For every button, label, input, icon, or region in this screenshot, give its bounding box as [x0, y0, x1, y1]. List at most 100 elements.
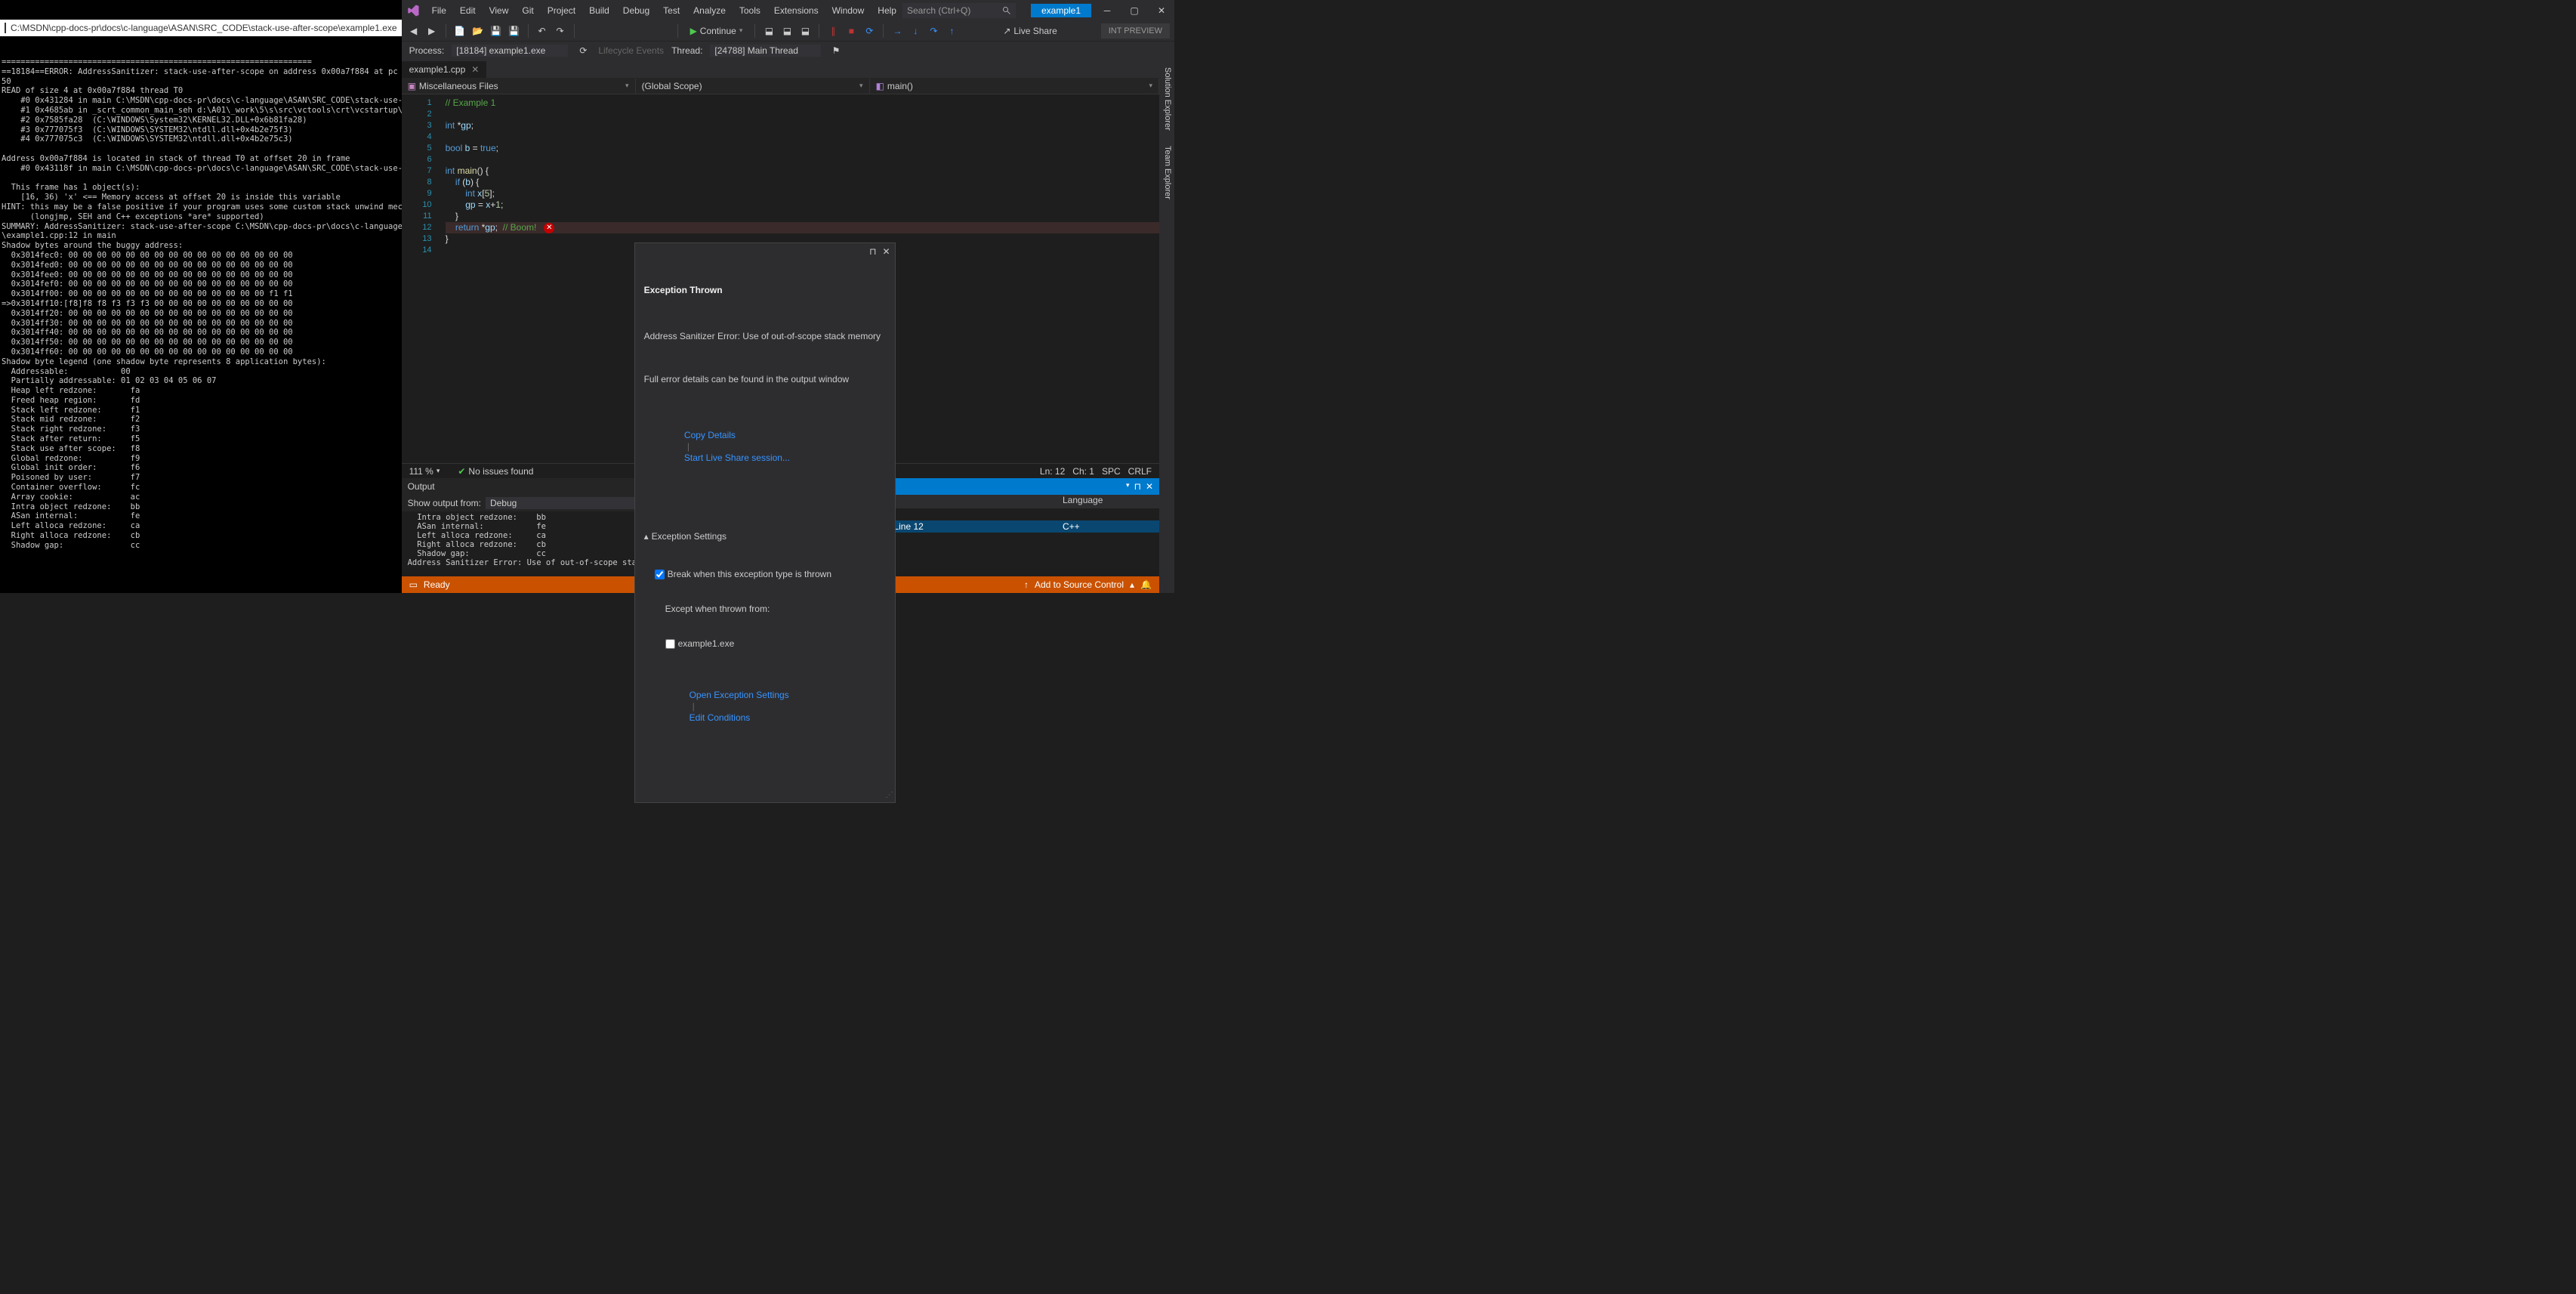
code-content[interactable]: // Example 1 int *gp; bool b = true; int… [440, 94, 1159, 463]
status-up-icon[interactable]: ▴ [1130, 579, 1134, 590]
maximize-button[interactable]: ▢ [1126, 2, 1143, 19]
solution-explorer-tab[interactable]: Solution Explorer [1160, 60, 1174, 138]
live-share-icon: ↗ [1003, 26, 1010, 36]
flag-icon[interactable]: ⚑ [828, 43, 844, 58]
break-all-icon[interactable]: ∥ [825, 23, 841, 39]
notifications-icon[interactable]: 🔔 [1140, 579, 1152, 590]
exception-detail: Full error details can be found in the o… [644, 374, 886, 385]
code-editor[interactable]: 1234567891011121314 // Example 1 int *gp… [402, 94, 1159, 463]
open-exception-settings-link[interactable]: Open Exception Settings [690, 690, 789, 700]
debug-toolbar: Process: [18184] example1.exe ⟳ Lifecycl… [402, 42, 1174, 60]
cs-pin-icon[interactable]: ⊓ [1134, 481, 1141, 492]
except-from-checkbox[interactable] [665, 639, 675, 649]
nav-scope-combo[interactable]: (Global Scope) [636, 79, 870, 94]
menu-window[interactable]: Window [826, 2, 871, 19]
char-indicator[interactable]: Ch: 1 [1072, 466, 1094, 477]
menu-file[interactable]: File [426, 2, 452, 19]
quick-search[interactable]: Search (Ctrl+Q) [902, 3, 1016, 18]
save-icon[interactable]: 💾 [489, 23, 504, 39]
nav-project-combo[interactable]: ▣Miscellaneous Files [402, 79, 636, 94]
minimize-button[interactable]: ─ [1099, 2, 1115, 19]
status-ready: Ready [424, 579, 450, 590]
dbg-icon-3[interactable]: ⬓ [797, 23, 813, 39]
output-source-combo[interactable]: Debug [486, 497, 652, 509]
popup-close-icon[interactable]: ✕ [883, 246, 890, 258]
open-icon[interactable]: 📂 [470, 23, 486, 39]
error-glyph-icon[interactable]: ✕ [544, 223, 554, 233]
resize-grip-icon[interactable]: ⋰ [886, 789, 893, 801]
menu-extensions[interactable]: Extensions [768, 2, 825, 19]
menu-project[interactable]: Project [541, 2, 582, 19]
start-liveshare-link[interactable]: Start Live Share session... [684, 452, 790, 463]
step-next-icon[interactable]: → [890, 23, 905, 39]
close-button[interactable]: ✕ [1153, 2, 1170, 19]
nav-back-icon[interactable]: ◀ [406, 23, 421, 39]
redo-icon[interactable]: ↷ [553, 23, 568, 39]
main-toolbar: ◀ ▶ 📄 📂 💾 💾 ↶ ↷ ▶ Continue ▾ ⬓ ⬓ ⬓ ∥ [402, 20, 1174, 42]
solution-title: example1 [1031, 4, 1091, 17]
continue-button[interactable]: ▶ Continue ▾ [684, 24, 749, 38]
undo-icon[interactable]: ↶ [535, 23, 550, 39]
console-titlebar[interactable]: C:\MSDN\cpp-docs-pr\docs\c-language\ASAN… [0, 20, 402, 36]
cs-close-icon[interactable]: ✕ [1146, 481, 1153, 492]
new-item-icon[interactable]: 📄 [452, 23, 467, 39]
visual-studio-window: File Edit View Git Project Build Debug T… [402, 0, 1174, 593]
menu-test[interactable]: Test [657, 2, 686, 19]
process-label: Process: [409, 45, 445, 56]
process-refresh-icon[interactable]: ⟳ [575, 43, 591, 58]
main-menu: File Edit View Git Project Build Debug T… [426, 2, 902, 19]
thread-combo[interactable]: [24788] Main Thread [710, 45, 821, 57]
stop-icon[interactable]: ■ [844, 23, 859, 39]
cs-dropdown-icon[interactable]: ▾ [1126, 481, 1130, 492]
line-gutter: 1234567891011121314 [402, 94, 440, 463]
restart-icon[interactable]: ⟳ [862, 23, 877, 39]
step-over-icon[interactable]: ↷ [926, 23, 941, 39]
document-tabs: example1.cpp ✕ [402, 60, 1159, 78]
spaces-indicator[interactable]: SPC [1102, 466, 1121, 477]
step-out-icon[interactable]: ↑ [944, 23, 959, 39]
nav-fwd-icon[interactable]: ▶ [424, 23, 440, 39]
menu-git[interactable]: Git [516, 2, 539, 19]
exception-title: Exception Thrown [644, 285, 886, 296]
search-placeholder: Search (Ctrl+Q) [907, 5, 970, 16]
vs-logo-icon [406, 4, 420, 17]
tab-example1-cpp[interactable]: example1.cpp ✕ [402, 61, 487, 78]
edit-conditions-link[interactable]: Edit Conditions [690, 712, 751, 723]
break-on-throw-checkbox[interactable] [655, 570, 665, 579]
show-output-label: Show output from: [408, 498, 481, 508]
status-icon: ▭ [409, 579, 418, 590]
team-explorer-tab[interactable]: Team Explorer [1160, 138, 1174, 207]
menu-view[interactable]: View [483, 2, 515, 19]
add-source-control[interactable]: Add to Source Control [1035, 579, 1124, 590]
process-combo[interactable]: [18184] example1.exe [452, 45, 568, 57]
pin-icon[interactable]: ⊓ [869, 246, 876, 258]
lineending-indicator[interactable]: CRLF [1128, 466, 1152, 477]
dropdown-icon[interactable]: ▾ [739, 26, 743, 35]
zoom-level[interactable]: 111 % [409, 466, 433, 477]
console-window: C:\MSDN\cpp-docs-pr\docs\c-language\ASAN… [0, 0, 402, 593]
copy-details-link[interactable]: Copy Details [684, 430, 736, 440]
tab-close-icon[interactable]: ✕ [471, 64, 479, 75]
menu-help[interactable]: Help [872, 2, 902, 19]
tab-label: example1.cpp [409, 64, 466, 75]
issues-text[interactable]: No issues found [468, 466, 533, 477]
save-all-icon[interactable]: 💾 [507, 23, 522, 39]
collapse-icon: ▴ [644, 531, 649, 542]
line-indicator[interactable]: Ln: 12 [1040, 466, 1065, 477]
lifecycle-combo[interactable]: Lifecycle Events [598, 45, 664, 56]
nav-member-combo[interactable]: ◧main() [870, 79, 1159, 94]
dbg-icon-2[interactable]: ⬓ [779, 23, 794, 39]
exception-settings-toggle[interactable]: ▴Exception Settings [644, 531, 886, 542]
exception-popup: ⊓ ✕ Exception Thrown Address Sanitizer E… [634, 242, 896, 803]
menu-edit[interactable]: Edit [454, 2, 482, 19]
menu-build[interactable]: Build [583, 2, 615, 19]
menu-debug[interactable]: Debug [617, 2, 656, 19]
menu-tools[interactable]: Tools [733, 2, 767, 19]
step-into-icon[interactable]: ↓ [908, 23, 923, 39]
live-share-button[interactable]: ↗ Live Share [1003, 26, 1057, 36]
dbg-icon-1[interactable]: ⬓ [761, 23, 776, 39]
console-output[interactable]: ========================================… [0, 56, 402, 552]
menu-analyze[interactable]: Analyze [687, 2, 732, 19]
window-controls: ─ ▢ ✕ [1099, 2, 1170, 19]
source-control-icon: ↑ [1024, 579, 1029, 590]
